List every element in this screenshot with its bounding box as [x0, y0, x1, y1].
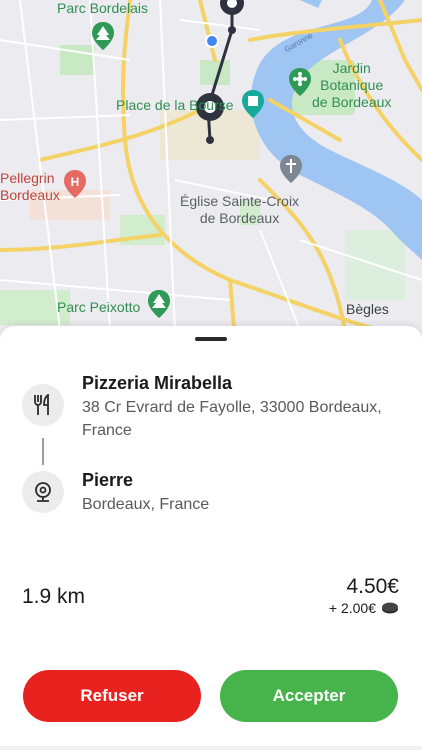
pickup-icon — [22, 384, 64, 426]
map-label-jardin-botanique: Jardin Botanique de Bordeaux — [312, 60, 392, 110]
sheet-drag-handle[interactable] — [195, 337, 227, 341]
dropoff-address: Bordeaux, France — [82, 496, 210, 513]
hospital-icon[interactable]: H — [64, 170, 86, 198]
park-tree-icon[interactable] — [148, 290, 170, 318]
monument-icon[interactable] — [242, 90, 264, 118]
bonus-row: + 2.00€ — [329, 600, 399, 616]
accept-button[interactable]: Accepter — [220, 670, 398, 722]
map-label-parc-bordelais: Parc Bordelais — [57, 0, 149, 16]
svg-text:H: H — [71, 175, 80, 189]
coin-icon — [382, 602, 398, 614]
dropoff-name: Pierre — [82, 470, 134, 490]
dropoff-icon — [22, 471, 64, 513]
location-pin-icon — [35, 482, 51, 502]
price-value: 4.50€ — [346, 575, 399, 598]
map-label-pellegrin: Pellegrin Bordeaux — [0, 170, 60, 203]
distance-value: 1.9 km — [22, 585, 86, 608]
route-connector-line — [42, 438, 44, 465]
delivery-sheet: Pizzeria Mirabella 38 Cr Evrard de Fayol… — [0, 326, 422, 750]
bottom-edge — [0, 746, 422, 750]
map-label-place-bourse: Place de la Bourse — [116, 97, 234, 113]
park-tree-icon[interactable] — [92, 22, 114, 50]
bonus-value: + 2.00€ — [328, 600, 376, 616]
map-view[interactable]: H Parc Bordelais Place de la Bourse Jard… — [0, 0, 422, 340]
church-icon[interactable] — [280, 155, 302, 183]
pickup-address: 38 Cr Evrard de Fayolle, 33000 Bordeaux,… — [82, 399, 382, 439]
map-label-parc-peixotto: Parc Peixotto — [57, 299, 141, 315]
map-label-begles: Bègles — [346, 301, 389, 317]
reject-button[interactable]: Refuser — [23, 670, 201, 722]
pickup-name: Pizzeria Mirabella — [82, 373, 233, 393]
garden-flower-icon[interactable] — [289, 68, 311, 96]
fork-knife-icon — [34, 394, 49, 415]
map-label-eglise: Église Sainte-Croix de Bordeaux — [180, 193, 300, 226]
